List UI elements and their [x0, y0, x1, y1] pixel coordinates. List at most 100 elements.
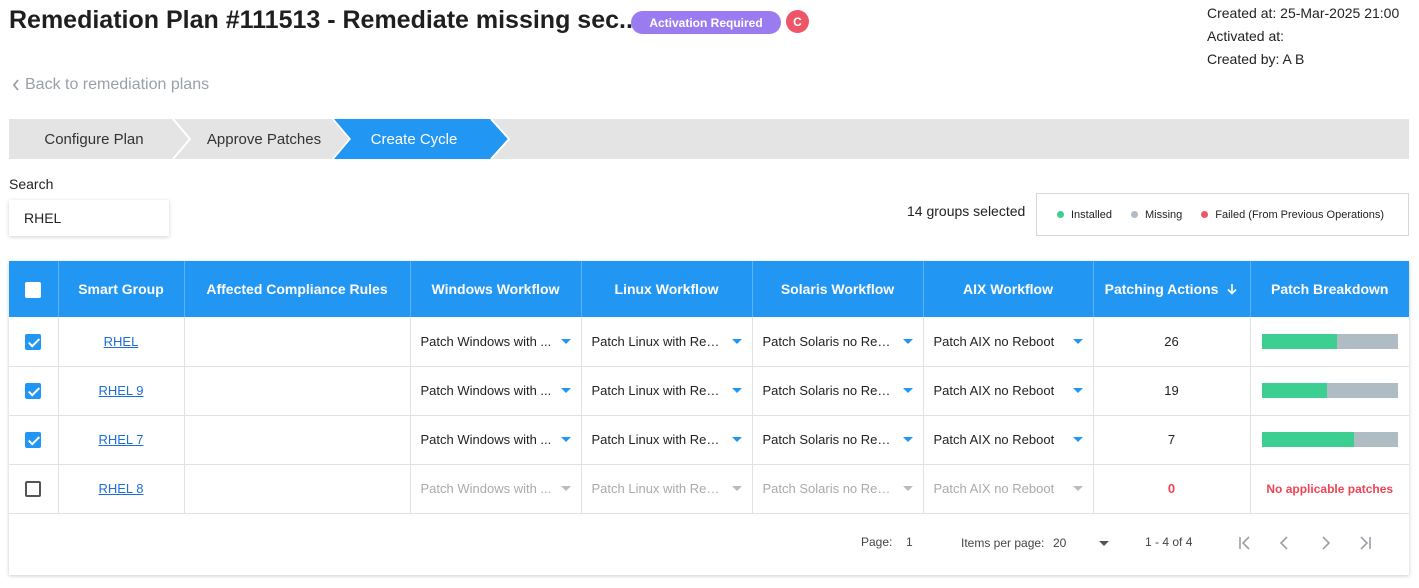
- header-patching-actions-label: Patching Actions: [1104, 281, 1219, 297]
- smart-group-link[interactable]: RHEL 9: [98, 383, 143, 398]
- pagination-bar: Page: 1 Items per page: 20 1 - 4 of 4: [9, 523, 1409, 563]
- created-at-text: Created at: 25-Mar-2025 21:00: [1207, 5, 1400, 21]
- row-checkbox[interactable]: [25, 382, 42, 399]
- step-approve-patches[interactable]: Approve Patches: [189, 119, 339, 159]
- select-all-checkbox[interactable]: [25, 281, 42, 298]
- patching-actions-cell: 7: [1093, 415, 1251, 464]
- linux-workflow-select[interactable]: Patch Linux with Reb...: [582, 432, 752, 447]
- solaris-workflow-select[interactable]: Patch Solaris no Reb...: [753, 383, 923, 398]
- affected-rules-cell: [184, 415, 411, 464]
- affected-rules-cell: [184, 464, 411, 513]
- chevron-down-icon: [1072, 388, 1083, 393]
- linux-workflow-cell: Patch Linux with Reb...: [581, 317, 753, 366]
- back-link[interactable]: Back to remediation plans: [11, 76, 209, 94]
- row-checkbox[interactable]: [25, 333, 42, 350]
- chevron-down-icon: [902, 437, 913, 442]
- wizard-stepper: Configure Plan Approve Patches Create Cy…: [9, 119, 1409, 159]
- windows-workflow-select[interactable]: Patch Windows with ...: [411, 383, 581, 398]
- legend-failed-label: Failed (From Previous Operations): [1215, 208, 1385, 221]
- legend-installed: Installed: [1057, 209, 1112, 221]
- previous-page-button[interactable]: [1273, 531, 1297, 555]
- first-page-icon: [1239, 536, 1250, 550]
- items-per-page-select[interactable]: 20: [1053, 532, 1109, 554]
- page-label: Page:: [861, 535, 893, 549]
- patching-actions-count: 0: [1167, 481, 1176, 496]
- next-page-button[interactable]: [1313, 531, 1337, 555]
- aix-workflow-select[interactable]: Patch AIX no Reboot: [924, 383, 1093, 398]
- missing-segment: [1327, 383, 1398, 398]
- windows-workflow-select[interactable]: Patch Windows with ...: [411, 432, 581, 447]
- row-select-cell[interactable]: [9, 415, 59, 464]
- chevron-down-icon: [1072, 486, 1083, 491]
- linux-workflow-select[interactable]: Patch Linux with Reb...: [582, 383, 752, 398]
- linux-workflow-select[interactable]: Patch Linux with Reb...: [582, 334, 752, 349]
- avatar[interactable]: C: [786, 10, 809, 33]
- windows-workflow-select[interactable]: Patch Windows with ...: [411, 481, 581, 496]
- header-select-all[interactable]: [9, 261, 59, 317]
- smart-group-link[interactable]: RHEL: [104, 334, 139, 349]
- chevron-down-icon: [560, 437, 571, 442]
- row-checkbox[interactable]: [25, 431, 42, 448]
- solaris-workflow-select[interactable]: Patch Solaris no Reb...: [753, 432, 923, 447]
- patching-actions-count: 7: [1167, 432, 1176, 447]
- header-patching-actions[interactable]: Patching Actions: [1093, 261, 1251, 317]
- patch-legend: Installed Missing Failed (From Previous …: [1036, 193, 1409, 236]
- table-row[interactable]: RHEL 9 Patch Windows with ... Patch Linu…: [9, 366, 1409, 415]
- last-page-icon: [1360, 536, 1371, 550]
- header-aix-workflow[interactable]: AIX Workflow: [923, 261, 1094, 317]
- row-select-cell[interactable]: [9, 317, 59, 366]
- row-select-cell[interactable]: [9, 366, 59, 415]
- solaris-workflow-cell: Patch Solaris no Reb...: [752, 415, 924, 464]
- patching-actions-cell: 0: [1093, 464, 1251, 513]
- sort-down-arrow-icon: [1227, 284, 1237, 295]
- header-windows-workflow[interactable]: Windows Workflow: [410, 261, 582, 317]
- smart-group-link[interactable]: RHEL 8: [98, 481, 143, 496]
- header-linux-workflow[interactable]: Linux Workflow: [581, 261, 753, 317]
- last-page-button[interactable]: [1353, 531, 1377, 555]
- table-row[interactable]: RHEL 8 Patch Windows with ... Patch Linu…: [9, 464, 1409, 513]
- missing-dot-icon: [1130, 211, 1138, 218]
- row-select-cell[interactable]: [9, 464, 59, 513]
- chevron-down-icon: [902, 388, 913, 393]
- chevron-down-icon: [731, 388, 742, 393]
- first-page-button[interactable]: [1233, 531, 1257, 555]
- header-smart-group[interactable]: Smart Group: [58, 261, 185, 317]
- solaris-workflow-cell: Patch Solaris no Reb...: [752, 366, 924, 415]
- table-row[interactable]: RHEL Patch Windows with ... Patch Linux …: [9, 317, 1409, 366]
- search-input[interactable]: [9, 200, 169, 236]
- legend-missing: Missing: [1130, 208, 1183, 221]
- linux-workflow-select[interactable]: Patch Linux with Reb...: [582, 481, 752, 496]
- chevron-down-icon: [731, 486, 742, 491]
- legend-missing-label: Missing: [1144, 208, 1183, 221]
- header-affected-rules[interactable]: Affected Compliance Rules: [184, 261, 411, 317]
- chevron-down-icon: [1072, 338, 1083, 344]
- chevron-down-icon: [902, 486, 913, 491]
- items-per-page-label: Items per page:: [961, 536, 1045, 550]
- row-checkbox[interactable]: [25, 480, 42, 497]
- solaris-workflow-select[interactable]: Patch Solaris no Reb...: [753, 334, 923, 349]
- affected-rules-cell: [184, 317, 411, 366]
- windows-workflow-value: Patch Windows with ...: [420, 432, 552, 447]
- aix-workflow-value: Patch AIX no Reboot: [933, 333, 1055, 349]
- linux-workflow-cell: Patch Linux with Reb...: [581, 415, 753, 464]
- smart-group-cell: RHEL 8: [58, 464, 185, 513]
- aix-workflow-select[interactable]: Patch AIX no Reboot: [924, 432, 1093, 447]
- aix-workflow-cell: Patch AIX no Reboot: [923, 366, 1094, 415]
- solaris-workflow-select[interactable]: Patch Solaris no Reb...: [753, 481, 923, 496]
- header-solaris-workflow[interactable]: Solaris Workflow: [752, 261, 924, 317]
- solaris-workflow-value: Patch Solaris no Reb...: [762, 432, 895, 447]
- aix-workflow-select[interactable]: Patch AIX no Reboot: [924, 334, 1093, 349]
- step-configure-plan[interactable]: Configure Plan: [9, 119, 179, 159]
- legend-installed-label: Installed: [1071, 208, 1112, 221]
- step-create-cycle[interactable]: Create Cycle: [349, 119, 479, 159]
- chevron-down-icon: [731, 437, 742, 442]
- windows-workflow-select[interactable]: Patch Windows with ...: [411, 334, 581, 349]
- page-number[interactable]: 1: [906, 535, 913, 549]
- installed-segment: [1261, 333, 1337, 349]
- header-patch-breakdown: Patch Breakdown: [1271, 281, 1389, 297]
- table-row[interactable]: RHEL 7 Patch Windows with ... Patch Linu…: [9, 415, 1409, 464]
- windows-workflow-value: Patch Windows with ...: [420, 383, 552, 398]
- linux-workflow-value: Patch Linux with Reb...: [591, 383, 724, 398]
- aix-workflow-select[interactable]: Patch AIX no Reboot: [924, 481, 1093, 496]
- smart-group-link[interactable]: RHEL 7: [98, 432, 143, 447]
